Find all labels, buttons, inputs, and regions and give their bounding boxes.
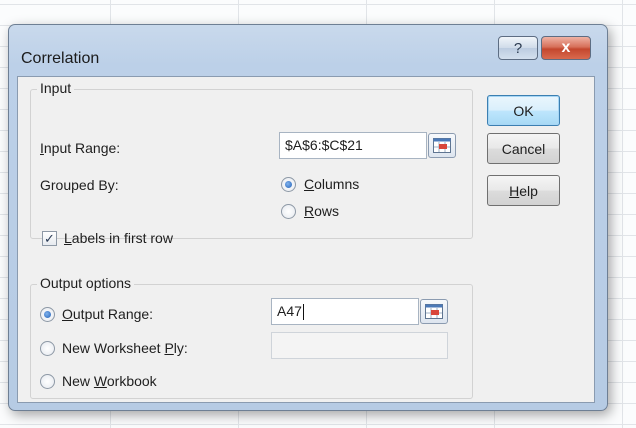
title-close-button[interactable]: x xyxy=(541,36,591,60)
input-range-picker-button[interactable] xyxy=(428,133,456,158)
input-range-value: $A$6:$C$21 xyxy=(285,137,363,153)
rows-label[interactable]: Rows xyxy=(304,203,339,219)
close-icon: x xyxy=(561,39,571,56)
columns-label[interactable]: Columns xyxy=(304,176,359,192)
dialog-title: Correlation xyxy=(21,50,100,67)
new-worksheet-label[interactable]: New Worksheet Ply: xyxy=(62,340,188,356)
dialog-body: Input Input Range: $A$6:$C$21 Grouped By… xyxy=(17,76,595,403)
new-workbook-label[interactable]: New Workbook xyxy=(62,373,157,389)
output-range-label[interactable]: Output Range: xyxy=(62,306,153,322)
range-select-icon xyxy=(433,138,451,153)
new-worksheet-radio[interactable] xyxy=(40,341,55,356)
output-range-field[interactable]: A47 xyxy=(271,298,419,325)
input-range-label: Input Range: xyxy=(40,140,121,156)
input-range-field[interactable]: $A$6:$C$21 xyxy=(279,132,427,159)
output-range-value: A47 xyxy=(277,303,302,319)
dialog-titlebar[interactable]: Correlation ? x xyxy=(9,25,607,69)
title-help-button[interactable]: ? xyxy=(498,36,538,60)
new-worksheet-field[interactable] xyxy=(271,332,448,359)
input-group: Input xyxy=(30,80,473,239)
grouped-by-label: Grouped By: xyxy=(40,177,119,193)
labels-first-row-checkbox[interactable]: ✓ xyxy=(42,231,57,246)
output-range-picker-button[interactable] xyxy=(420,299,448,324)
text-caret xyxy=(302,304,304,321)
correlation-dialog: Correlation ? x Input Input Range: $A$6:… xyxy=(8,24,608,411)
output-options-label: Output options xyxy=(37,275,135,291)
rows-radio[interactable] xyxy=(281,204,296,219)
help-button[interactable]: Help xyxy=(487,175,560,206)
output-range-radio[interactable] xyxy=(40,307,55,322)
columns-radio[interactable] xyxy=(281,177,296,192)
ok-button[interactable]: OK xyxy=(487,95,560,126)
input-group-label: Input xyxy=(37,80,75,96)
range-select-icon xyxy=(425,304,443,319)
new-workbook-radio[interactable] xyxy=(40,374,55,389)
labels-first-row-label[interactable]: Labels in first row xyxy=(64,230,173,246)
cancel-button[interactable]: Cancel xyxy=(487,133,560,164)
question-mark-icon: ? xyxy=(513,39,523,57)
